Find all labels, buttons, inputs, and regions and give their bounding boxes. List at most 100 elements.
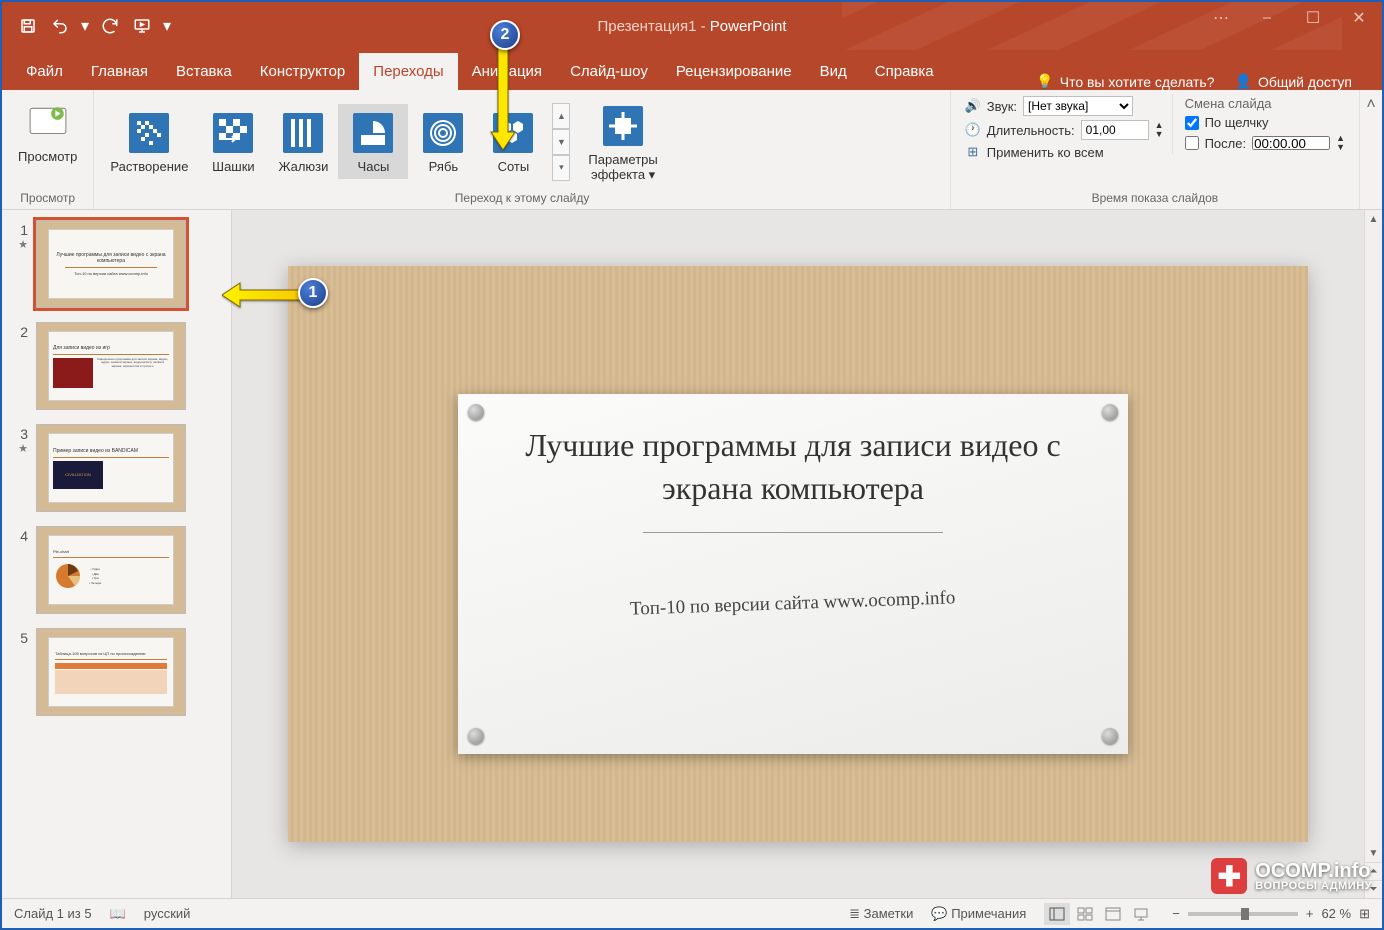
transition-checkerboard[interactable]: Шашки	[198, 104, 268, 179]
minimize-icon[interactable]: ⎯	[1244, 2, 1290, 34]
slideshow-view-icon[interactable]	[1128, 903, 1154, 925]
status-bar: Слайд 1 из 5 📖 русский ≣ Заметки 💬 Приме…	[2, 898, 1382, 928]
transition-clock[interactable]: Часы	[338, 104, 408, 179]
share-label: Общий доступ	[1258, 74, 1352, 90]
thumbnail-2[interactable]: 2 Для записи видео из игрСовершенно прог…	[8, 322, 225, 410]
apply-all-button[interactable]: Применить ко всем	[987, 145, 1104, 160]
tab-transitions[interactable]: Переходы	[359, 53, 457, 90]
workspace: 1 ★ Лучшие программы для записи видео с э…	[2, 210, 1382, 898]
decorative-nail	[1102, 728, 1118, 744]
undo-dropdown-icon[interactable]: ▾	[80, 14, 90, 38]
fit-window-icon[interactable]: ⊞	[1359, 906, 1370, 922]
sound-label: Звук:	[987, 99, 1017, 114]
tell-me-label: Что вы хотите сделать?	[1060, 74, 1215, 90]
duration-input[interactable]	[1081, 120, 1149, 140]
collapse-ribbon-icon[interactable]: ˄	[1360, 90, 1382, 209]
transition-ripple[interactable]: Рябь	[408, 104, 478, 179]
tab-insert[interactable]: Вставка	[162, 53, 246, 90]
thumbnail-1[interactable]: 1★ Лучшие программы для записи видео с э…	[8, 220, 225, 308]
group-preview: Просмотр Просмотр	[2, 90, 94, 209]
duration-spinner[interactable]: ▲▼	[1155, 121, 1164, 139]
group-label-preview: Просмотр	[8, 189, 87, 207]
transition-label: Шашки	[212, 160, 255, 175]
transition-blinds[interactable]: Жалюзи	[268, 104, 338, 179]
thumbnail-3[interactable]: 3★ Пример записи видео из BANDICAMCIVILI…	[8, 424, 225, 512]
effect-options-button[interactable]: Параметрыэффекта ▾	[578, 97, 667, 187]
slide-subtitle[interactable]: Топ-10 по версии сайта www.ocomp.info	[630, 588, 956, 621]
spellcheck-icon[interactable]: 📖	[110, 906, 126, 922]
after-input[interactable]	[1252, 136, 1330, 150]
present-from-start-icon[interactable]	[130, 14, 154, 38]
close-icon[interactable]: ✕	[1336, 2, 1382, 34]
zoom-in-icon[interactable]: +	[1306, 906, 1314, 921]
reading-view-icon[interactable]	[1100, 903, 1126, 925]
sorter-view-icon[interactable]	[1072, 903, 1098, 925]
tab-review[interactable]: Рецензирование	[662, 53, 806, 90]
tab-file[interactable]: Файл	[12, 53, 77, 90]
group-label-transition: Переход к этому слайду	[100, 189, 943, 207]
normal-view-icon[interactable]	[1044, 903, 1070, 925]
tell-me-search[interactable]: 💡 Что вы хотите сделать?	[1036, 73, 1214, 90]
transition-label: Рябь	[429, 160, 459, 175]
group-label-timing: Время показа слайдов	[957, 189, 1353, 207]
callout-bubble-1: 1	[298, 278, 328, 308]
transition-label: Соты	[498, 160, 530, 175]
star-icon: ★	[8, 442, 28, 455]
ribbon-tabs: Файл Главная Вставка Конструктор Переход…	[2, 50, 1382, 90]
watermark-plus-icon: ✚	[1211, 858, 1247, 894]
zoom-control: − + 62 % ⊞	[1172, 906, 1370, 922]
tab-design[interactable]: Конструктор	[246, 53, 360, 90]
title-bar: ▾ ▾ Презентация1 - PowerPoint ⋯ ⎯ ☐ ✕	[2, 2, 1382, 50]
thumbnail-4[interactable]: 4 Pie-chart• Один• Два• Три• Четыре	[8, 526, 225, 614]
gallery-more-icon[interactable]: ▾	[552, 155, 570, 181]
slide-title[interactable]: Лучшие программы для записи видео с экра…	[498, 424, 1088, 510]
save-icon[interactable]	[16, 14, 40, 38]
transition-dissolve[interactable]: Растворение	[100, 104, 198, 179]
vertical-scrollbar[interactable]: ▲ ▼ ⏶ ⏷	[1364, 210, 1382, 898]
preview-label: Просмотр	[18, 150, 77, 165]
share-icon: 👤	[1235, 73, 1252, 90]
notes-button[interactable]: ≣ Заметки	[849, 906, 913, 922]
comments-button[interactable]: 💬 Примечания	[931, 906, 1026, 922]
effect-options-label: Параметрыэффекта ▾	[588, 153, 657, 183]
transition-label: Жалюзи	[278, 160, 328, 175]
callout-bubble-2: 2	[490, 20, 520, 50]
sound-select[interactable]: [Нет звука]	[1023, 96, 1133, 116]
decorative-nail	[468, 728, 484, 744]
zoom-out-icon[interactable]: −	[1172, 906, 1180, 921]
zoom-slider[interactable]	[1188, 912, 1298, 916]
slide-canvas[interactable]: Лучшие программы для записи видео с экра…	[232, 210, 1364, 898]
after-checkbox[interactable]: После: ▲▼	[1185, 134, 1345, 152]
slide: Лучшие программы для записи видео с экра…	[288, 266, 1308, 842]
maximize-icon[interactable]: ☐	[1290, 2, 1336, 34]
tab-help[interactable]: Справка	[861, 53, 948, 90]
ribbon-options-icon[interactable]: ⋯	[1198, 2, 1244, 34]
tab-home[interactable]: Главная	[77, 53, 162, 90]
gallery-down-icon[interactable]: ▼	[552, 129, 570, 155]
tab-view[interactable]: Вид	[806, 53, 861, 90]
after-spinner[interactable]: ▲▼	[1336, 134, 1345, 152]
zoom-value[interactable]: 62 %	[1321, 906, 1351, 921]
divider	[643, 532, 943, 533]
quick-access-toolbar: ▾ ▾	[2, 14, 186, 38]
lightbulb-icon: 💡	[1036, 73, 1053, 90]
scroll-up-icon[interactable]: ▲	[1365, 210, 1382, 228]
thumbnail-5[interactable]: 5 Таблица-105 вопросов из ЦП по происхож…	[8, 628, 225, 716]
redo-icon[interactable]	[98, 14, 122, 38]
clock-icon: 🕐	[965, 122, 981, 138]
tab-slideshow[interactable]: Слайд-шоу	[556, 53, 662, 90]
preview-button[interactable]: Просмотр	[8, 94, 87, 169]
undo-icon[interactable]	[48, 14, 72, 38]
share-button[interactable]: 👤 Общий доступ	[1235, 73, 1353, 90]
decorative-nail	[468, 404, 484, 420]
watermark-brand: OCOMP.info	[1255, 861, 1372, 881]
language-indicator[interactable]: русский	[144, 906, 191, 921]
slide-thumbnails: 1★ Лучшие программы для записи видео с э…	[2, 210, 232, 898]
sound-icon: 🔊	[965, 98, 981, 114]
window-title: Презентация1 - PowerPoint	[2, 18, 1382, 35]
on-click-checkbox[interactable]: По щелчку	[1185, 115, 1345, 130]
transition-label: Часы	[358, 160, 390, 175]
gallery-up-icon[interactable]: ▲	[552, 103, 570, 129]
qat-customize-icon[interactable]: ▾	[162, 14, 172, 38]
ribbon: Просмотр Просмотр Растворение Шашки Жалю…	[2, 90, 1382, 210]
